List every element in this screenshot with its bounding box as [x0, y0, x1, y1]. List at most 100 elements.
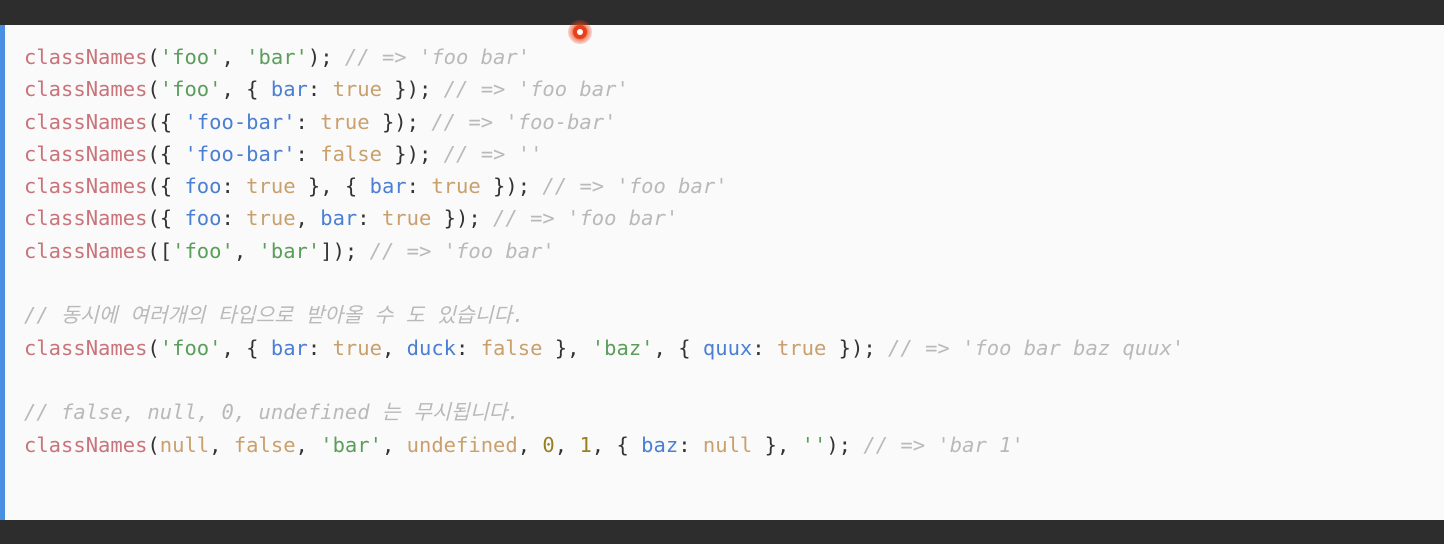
- code-token-str: '': [801, 432, 827, 457]
- code-token-fn: classNames: [24, 141, 148, 166]
- code-token-bool: null: [159, 432, 210, 457]
- code-token-bool: null: [702, 432, 753, 457]
- code-token-bool: true: [320, 109, 370, 134]
- code-line: classNames('foo', 'bar'); // => 'foo bar…: [24, 41, 1444, 73]
- code-token-bool: true: [431, 174, 481, 199]
- code-line: classNames({ 'foo-bar': true }); // => '…: [24, 106, 1444, 138]
- code-token-comment: // => 'bar 1': [863, 432, 1024, 457]
- code-token-comment: // => '': [443, 141, 543, 166]
- code-token-punc: (: [147, 432, 160, 457]
- code-token-punc: (: [147, 335, 160, 360]
- code-token-comment: // => 'foo bar': [443, 77, 629, 102]
- code-token-key: duck: [406, 335, 457, 360]
- code-token-fn: classNames: [24, 206, 148, 231]
- code-token-key: 'foo-bar': [184, 109, 296, 134]
- code-token-bool: false: [233, 432, 296, 457]
- code-token-punc: });: [826, 335, 889, 360]
- code-token-fn: classNames: [24, 238, 148, 263]
- code-token-punc: , {: [221, 77, 271, 102]
- code-token-punc: ,: [554, 432, 580, 457]
- code-token-punc: ,: [233, 238, 259, 263]
- code-token-punc: (: [147, 45, 160, 69]
- code-token-punc: , {: [221, 335, 271, 360]
- code-token-str: 'foo': [172, 238, 234, 263]
- code-line: // 동시에 여러개의 타입으로 받아올 수 도 있습니다.: [24, 299, 1444, 331]
- code-token-key: bar: [320, 206, 358, 231]
- code-token-punc: },: [752, 432, 802, 457]
- code-token-comment: // false, null, 0, undefined 는 무시됩니다.: [24, 400, 520, 425]
- code-token-fn: classNames: [24, 109, 148, 134]
- code-token-punc: :: [307, 77, 333, 102]
- code-token-key: bar: [369, 174, 407, 199]
- code-token-comment: // => 'foo bar': [542, 174, 728, 199]
- code-token-punc: :: [295, 109, 321, 134]
- code-token-str: 'bar': [320, 432, 382, 457]
- code-token-key: bar: [270, 335, 308, 360]
- code-token-punc: ({: [147, 141, 185, 166]
- code-token-punc: },: [542, 335, 592, 360]
- code-token-punc: :: [752, 335, 777, 360]
- code-token-punc: );: [826, 432, 864, 457]
- code-token-punc: });: [480, 174, 543, 199]
- code-token-str: 'baz': [591, 335, 654, 360]
- code-token-bool: true: [776, 335, 827, 360]
- code-token-key: quux: [702, 335, 753, 360]
- code-token-bool: true: [381, 206, 432, 231]
- code-token-bool: undefined: [406, 432, 518, 457]
- code-token-punc: , {: [591, 432, 642, 457]
- code-token-num: 1: [579, 432, 592, 457]
- code-token-punc: ({: [147, 174, 185, 199]
- code-token-key: 'foo-bar': [184, 141, 296, 166]
- code-token-punc: ]);: [320, 238, 370, 263]
- code-token-fn: classNames: [24, 432, 148, 457]
- code-token-key: baz: [641, 432, 679, 457]
- code-token-fn: classNames: [24, 174, 148, 199]
- code-token-str: 'foo': [159, 335, 222, 360]
- code-token-str: 'foo': [159, 77, 222, 102]
- code-line: classNames('foo', { bar: true }); // => …: [24, 73, 1444, 105]
- code-token-punc: (: [147, 77, 160, 102]
- code-token-comment: // => 'foo-bar': [431, 109, 617, 134]
- code-token-punc: }, {: [295, 174, 370, 199]
- code-token-punc: :: [357, 206, 382, 231]
- code-token-fn: classNames: [24, 45, 148, 69]
- code-line: classNames('foo', { bar: true, duck: fal…: [24, 332, 1444, 364]
- code-line: classNames({ 'foo-bar': false }); // => …: [24, 138, 1444, 170]
- code-token-punc: ,: [517, 432, 543, 457]
- code-line: classNames({ foo: true }, { bar: true })…: [24, 170, 1444, 202]
- code-token-comment: // => 'foo bar baz quux': [888, 335, 1185, 360]
- code-line: classNames({ foo: true, bar: true }); //…: [24, 202, 1444, 234]
- code-line: classNames(['foo', 'bar']); // => 'foo b…: [24, 235, 1444, 267]
- code-token-punc: , {: [653, 335, 703, 360]
- code-token-punc: :: [678, 432, 703, 457]
- code-token-punc: :: [307, 335, 333, 360]
- code-token-punc: ,: [381, 335, 407, 360]
- code-token-bool: true: [332, 335, 382, 360]
- code-token-comment: // 동시에 여러개의 타입으로 받아올 수 도 있습니다.: [24, 303, 525, 328]
- code-token-num: 0: [542, 432, 555, 457]
- code-line: classNames(null, false, 'bar', undefined…: [24, 429, 1444, 461]
- code-token-str: 'foo': [159, 45, 222, 69]
- code-token-punc: :: [221, 206, 247, 231]
- code-token-bool: true: [246, 174, 296, 199]
- code-token-fn: classNames: [24, 335, 148, 360]
- code-token-punc: ({: [147, 109, 185, 134]
- code-token-punc: ,: [295, 432, 321, 457]
- screen-root: classNames('foo', 'bar'); // => 'foo bar…: [0, 0, 1444, 544]
- code-token-punc: });: [431, 206, 494, 231]
- code-token-punc: :: [295, 141, 321, 166]
- code-token-punc: ,: [221, 45, 247, 69]
- code-line: // false, null, 0, undefined 는 무시됩니다.: [24, 396, 1444, 428]
- code-token-bool: false: [480, 335, 543, 360]
- code-content[interactable]: classNames('foo', 'bar'); // => 'foo bar…: [5, 25, 1444, 477]
- code-token-bool: true: [332, 77, 382, 102]
- code-token-str: 'bar': [246, 45, 308, 69]
- code-token-punc: });: [369, 109, 432, 134]
- code-block[interactable]: classNames('foo', 'bar'); // => 'foo bar…: [0, 25, 1444, 520]
- code-token-punc: :: [406, 174, 432, 199]
- code-token-punc: :: [221, 174, 247, 199]
- code-token-punc: ([: [147, 238, 173, 263]
- code-token-bool: false: [320, 141, 382, 166]
